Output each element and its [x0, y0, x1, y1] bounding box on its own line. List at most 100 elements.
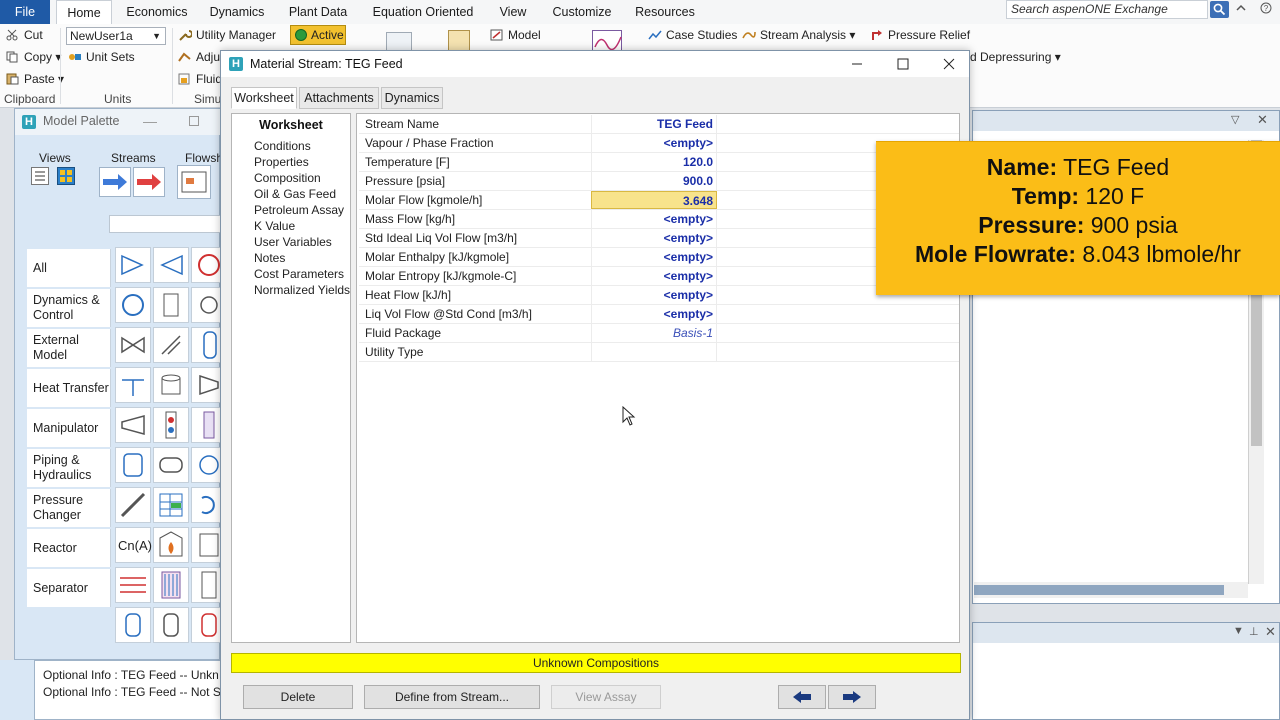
balance-icon[interactable] — [153, 287, 189, 323]
pressure-relief-button[interactable]: Pressure Relief — [870, 26, 970, 44]
tab-file[interactable]: File — [0, 0, 50, 24]
utility-type-cell[interactable] — [591, 343, 717, 361]
model-button[interactable]: Model — [490, 26, 541, 44]
air-cooler-icon[interactable] — [191, 567, 221, 603]
tab-attachments[interactable]: Attachments — [299, 87, 379, 109]
tab-equation-oriented[interactable]: Equation Oriented — [368, 0, 478, 24]
category-heat-transfer[interactable]: Heat Transfer — [27, 369, 111, 407]
minimize-icon[interactable]: — — [143, 113, 157, 129]
tab-resources[interactable]: Resources — [632, 0, 698, 24]
tee-icon[interactable] — [153, 247, 189, 283]
stream-name-cell[interactable]: TEG Feed — [591, 115, 717, 133]
mixer-icon[interactable] — [115, 247, 151, 283]
category-pressure-changer[interactable]: Pressure Changer — [27, 489, 111, 527]
tab-plant-data[interactable]: Plant Data — [284, 0, 352, 24]
nav-item-properties[interactable]: Properties — [254, 155, 309, 169]
mass-flow-cell[interactable]: <empty> — [591, 210, 717, 228]
nav-item-petroleum-assay[interactable]: Petroleum Assay — [254, 203, 344, 217]
view-assay-button[interactable]: View Assay — [551, 685, 661, 709]
adjust-button[interactable]: Adju — [178, 48, 220, 66]
pump-icon[interactable] — [191, 287, 221, 323]
fluid-button[interactable]: Fluid — [178, 70, 222, 88]
workbook-icon[interactable] — [386, 32, 412, 52]
palette-title-bar[interactable]: H Model Palette — — [15, 109, 221, 135]
temperature-cell[interactable]: 120.0 — [591, 153, 717, 171]
trace-title-bar[interactable]: ▼ ⊥ ✕ — [973, 623, 1279, 643]
valve-icon[interactable] — [115, 327, 151, 363]
exchanger-icon[interactable] — [115, 447, 151, 483]
nav-item-user-variables[interactable]: User Variables — [254, 235, 332, 249]
conveyor-icon[interactable] — [191, 527, 221, 563]
category-manipulator[interactable]: Manipulator — [27, 409, 111, 447]
define-from-stream-button[interactable]: Define from Stream... — [364, 685, 540, 709]
category-external-model[interactable]: External Model — [27, 329, 111, 367]
close-icon[interactable]: ✕ — [1257, 112, 1268, 128]
close-icon[interactable]: ✕ — [1265, 624, 1276, 640]
tab-worksheet[interactable]: Worksheet — [231, 87, 297, 109]
previous-stream-button[interactable] — [778, 685, 826, 709]
category-separator[interactable]: Separator — [27, 569, 111, 607]
heat-flow-cell[interactable]: <empty> — [591, 286, 717, 304]
molar-enthalpy-cell[interactable]: <empty> — [591, 248, 717, 266]
close-icon[interactable] — [939, 55, 959, 73]
absorber-icon[interactable] — [191, 407, 221, 443]
column-icon[interactable] — [153, 407, 189, 443]
tab-economics[interactable]: Economics — [122, 0, 192, 24]
dialog-title-bar[interactable]: H Material Stream: TEG Feed — [221, 51, 969, 77]
nav-item-cost-parameters[interactable]: Cost Parameters — [254, 267, 344, 281]
paste-button[interactable]: Paste ▾ — [6, 70, 64, 88]
heater-icon[interactable] — [115, 367, 151, 403]
vessel-icon[interactable] — [191, 327, 221, 363]
tab-customize[interactable]: Customize — [548, 0, 616, 24]
category-all[interactable]: All — [27, 249, 111, 287]
category-piping-hydraulics[interactable]: Piping & Hydraulics — [27, 449, 111, 487]
std-ideal-liq-vol-flow-cell[interactable]: <empty> — [591, 229, 717, 247]
horizontal-scrollbar[interactable] — [974, 582, 1248, 598]
chevron-down-icon[interactable]: ▽ — [1231, 113, 1239, 126]
cstr-icon[interactable] — [153, 607, 189, 643]
nav-header[interactable]: Worksheet — [232, 118, 350, 132]
chevron-down-icon[interactable]: ▼ — [1233, 625, 1244, 637]
unit-sets-button[interactable]: Unit Sets — [68, 48, 135, 66]
compressor-icon[interactable] — [191, 367, 221, 403]
recycle-icon[interactable] — [191, 247, 221, 283]
palette-search-input[interactable] — [109, 215, 221, 233]
tank-icon[interactable] — [153, 367, 189, 403]
liq-vol-flow-std-cell[interactable]: <empty> — [591, 305, 717, 323]
maximize-icon[interactable] — [189, 116, 199, 126]
active-toggle-button[interactable]: Active — [290, 25, 346, 45]
energy-stream-icon[interactable] — [133, 167, 165, 197]
pfr-icon[interactable] — [191, 607, 221, 643]
list-view-icon[interactable] — [31, 167, 49, 185]
nav-item-composition[interactable]: Composition — [254, 171, 321, 185]
category-reactor[interactable]: Reactor — [27, 529, 111, 567]
delete-button[interactable]: Delete — [243, 685, 353, 709]
nav-item-k-value[interactable]: K Value — [254, 219, 295, 233]
expander-icon[interactable] — [115, 407, 151, 443]
maximize-icon[interactable] — [893, 55, 913, 73]
copy-button[interactable]: Copy ▾ — [6, 48, 61, 66]
cut-button[interactable]: Cut — [6, 26, 43, 44]
utility-manager-button[interactable]: Utility Manager — [178, 26, 276, 44]
molar-flow-cell[interactable]: 3.648 — [591, 191, 717, 209]
nav-item-normalized-yields[interactable]: Normalized Yields — [254, 283, 350, 297]
plate-exchanger-icon[interactable] — [153, 567, 189, 603]
unit-set-dropdown[interactable]: NewUser1a ▼ — [66, 27, 166, 45]
tab-dynamics[interactable]: Dynamics — [204, 0, 270, 24]
collapse-ribbon-icon[interactable] — [1236, 2, 1246, 16]
recycle-block-icon[interactable] — [115, 287, 151, 323]
cooler-icon[interactable] — [153, 447, 189, 483]
material-stream-icon[interactable] — [99, 167, 131, 197]
lng-exchanger-icon[interactable] — [115, 567, 151, 603]
depressuring-button[interactable]: d Depressuring ▾ — [970, 48, 1061, 66]
tab-home[interactable]: Home — [56, 0, 112, 24]
search-icon[interactable] — [1210, 1, 1229, 18]
fluid-package-cell[interactable]: Basis-1 — [591, 324, 717, 342]
relief-valve-icon[interactable] — [153, 327, 189, 363]
fired-heater-icon[interactable] — [153, 527, 189, 563]
nav-item-oil-gas-feed[interactable]: Oil & Gas Feed — [254, 187, 336, 201]
separator-icon[interactable] — [191, 447, 221, 483]
flowsheet-title-bar[interactable]: ▽ ✕ — [973, 111, 1279, 131]
molar-entropy-cell[interactable]: <empty> — [591, 267, 717, 285]
category-dynamics-control[interactable]: Dynamics & Control — [27, 289, 111, 327]
